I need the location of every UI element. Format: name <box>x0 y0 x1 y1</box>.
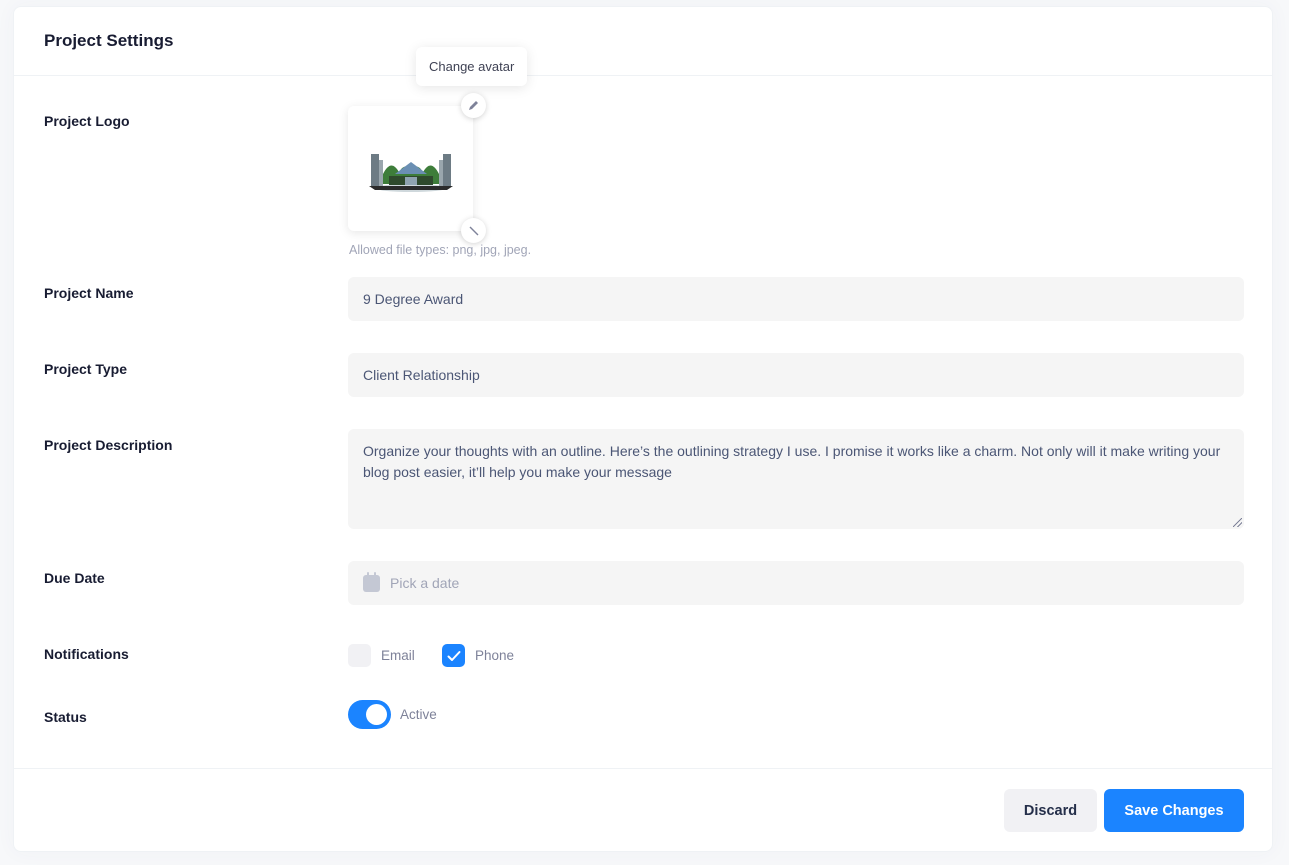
project-logo-label: Project Logo <box>44 113 130 129</box>
page-title: Project Settings <box>44 31 174 50</box>
project-settings-card: Project Settings Project Logo Change ava… <box>13 6 1273 852</box>
discard-button[interactable]: Discard <box>1004 789 1097 832</box>
resize-handle-icon[interactable] <box>1233 518 1242 527</box>
pencil-icon <box>469 101 478 110</box>
card-footer: Discard Save Changes <box>14 768 1272 853</box>
due-date-input[interactable]: Pick a date <box>348 561 1244 605</box>
close-icon <box>469 226 478 235</box>
project-type-select[interactable]: Client Relationship <box>348 353 1244 397</box>
project-description-label: Project Description <box>44 437 173 453</box>
project-type-label: Project Type <box>44 361 127 377</box>
status-value-label: Active <box>400 707 437 722</box>
due-date-placeholder: Pick a date <box>390 575 460 591</box>
card-header: Project Settings <box>14 7 1272 76</box>
file-types-hint: Allowed file types: png, jpg, jpeg. <box>349 243 532 257</box>
phone-checkbox[interactable] <box>442 644 465 667</box>
toggle-knob <box>366 704 387 725</box>
status-label: Status <box>44 709 87 725</box>
status-toggle[interactable] <box>348 700 391 729</box>
project-type-value: Client Relationship <box>363 367 480 383</box>
email-checkbox-label: Email <box>381 648 415 663</box>
logo-landscape-icon <box>368 153 453 192</box>
notification-option-phone[interactable]: Phone <box>442 644 514 667</box>
card-body: Project Logo Change avatar Allowed file … <box>14 47 1272 768</box>
calendar-icon <box>363 571 380 592</box>
project-logo-image <box>348 106 473 231</box>
notifications-label: Notifications <box>44 646 129 662</box>
tooltip-text: Change avatar <box>429 59 515 74</box>
change-avatar-tooltip: Change avatar <box>416 47 528 86</box>
due-date-label: Due Date <box>44 570 105 586</box>
notification-option-email[interactable]: Email <box>348 644 415 667</box>
project-name-input[interactable]: 9 Degree Award <box>348 277 1244 321</box>
save-changes-button[interactable]: Save Changes <box>1104 789 1244 832</box>
checkmark-icon <box>447 650 460 661</box>
project-name-value: 9 Degree Award <box>363 291 464 307</box>
project-name-label: Project Name <box>44 285 134 301</box>
project-description-value: Organize your thoughts with an outline. … <box>363 443 1221 480</box>
email-checkbox[interactable] <box>348 644 371 667</box>
phone-checkbox-label: Phone <box>475 648 515 663</box>
project-description-textarea[interactable]: Organize your thoughts with an outline. … <box>348 429 1244 529</box>
remove-avatar-button[interactable] <box>461 218 486 243</box>
change-avatar-button[interactable] <box>461 93 486 118</box>
